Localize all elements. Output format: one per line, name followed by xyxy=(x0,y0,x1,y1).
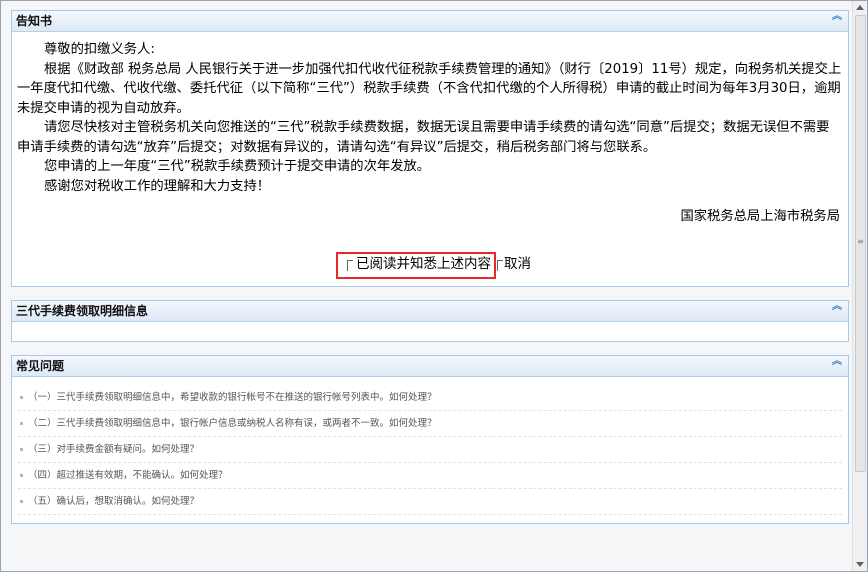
faq-panel: 常见问题 ︽ （一）三代手续费领取明细信息中，希望收款的银行帐号不在推送的银行帐… xyxy=(11,355,849,524)
chevron-double-up-icon[interactable]: ︽ xyxy=(832,302,842,316)
notice-paragraph: 请您尽快核对主管税务机关向您推送的“三代”税款手续费数据，数据无误且需要申请手续… xyxy=(17,120,830,155)
page-frame: 告知书 ︽ 尊敬的扣缴义务人: 根据《财政部 税务总局 人民银行关于进一步加强代… xyxy=(0,0,868,572)
fee-details-title: 三代手续费领取明细信息 xyxy=(16,304,149,318)
bullet-icon xyxy=(20,448,23,451)
notice-paragraph: 根据《财政部 税务总局 人民银行关于进一步加强代扣代收代征税款手续费管理的通知》… xyxy=(17,61,842,116)
faq-item-label[interactable]: （三）对手续费金额有疑问。如何处理？ xyxy=(28,444,199,455)
faq-item[interactable]: （一）三代手续费领取明细信息中，希望收款的银行帐号不在推送的银行帐号列表中。如何… xyxy=(18,385,842,411)
bullet-icon xyxy=(20,500,23,503)
faq-item[interactable]: （二）三代手续费领取明细信息中，银行帐户信息或纳税人名称有误，或两者不一致。如何… xyxy=(18,411,842,437)
notice-text: 尊敬的扣缴义务人: 根据《财政部 税务总局 人民银行关于进一步加强代扣代收代征税… xyxy=(17,40,842,196)
fee-details-panel-header[interactable]: 三代手续费领取明细信息 ︽ xyxy=(12,301,848,322)
notice-greeting: 尊敬的扣缴义务人: xyxy=(44,42,155,57)
scroll-up-icon[interactable] xyxy=(856,5,864,10)
faq-item[interactable]: （五）确认后，想取消确认。如何处理？ xyxy=(18,489,842,515)
faq-item[interactable]: （三）对手续费金额有疑问。如何处理？ xyxy=(18,437,842,463)
notice-paragraph: 您申请的上一年度“三代”税款手续费预计于提交申请的次年发放。 xyxy=(44,159,431,174)
grip-icon: ≡ xyxy=(857,237,864,246)
faq-list: （一）三代手续费领取明细信息中，希望收款的银行帐号不在推送的银行帐号列表中。如何… xyxy=(12,377,848,515)
fee-details-panel: 三代手续费领取明细信息 ︽ xyxy=(11,300,849,342)
chevron-double-up-icon[interactable]: ︽ xyxy=(832,12,842,26)
faq-item-label[interactable]: （五）确认后，想取消确认。如何处理？ xyxy=(28,496,199,507)
notice-panel: 告知书 ︽ 尊敬的扣缴义务人: 根据《财政部 税务总局 人民银行关于进一步加强代… xyxy=(11,10,849,287)
notice-title: 告知书 xyxy=(16,14,53,28)
scroll-down-icon[interactable] xyxy=(856,562,864,567)
notice-panel-header[interactable]: 告知书 ︽ xyxy=(12,11,848,32)
cancel-label[interactable]: 取消 xyxy=(504,255,531,275)
vertical-scrollbar[interactable]: ≡ xyxy=(852,1,867,571)
bullet-icon xyxy=(20,474,23,477)
confirm-checkbox[interactable] xyxy=(347,260,353,271)
bullet-icon xyxy=(20,422,23,425)
scroll-thumb[interactable]: ≡ xyxy=(855,15,866,472)
faq-item[interactable]: （四）超过推送有效期，不能确认。如何处理？ xyxy=(18,463,842,489)
faq-title: 常见问题 xyxy=(16,359,65,373)
faq-panel-header[interactable]: 常见问题 ︽ xyxy=(12,356,848,377)
notice-body: 尊敬的扣缴义务人: 根据《财政部 税务总局 人民银行关于进一步加强代扣代收代征税… xyxy=(12,32,848,284)
notice-signature: 国家税务总局上海市税务局 xyxy=(680,209,840,224)
notice-paragraph: 感谢您对税收工作的理解和大力支持！ xyxy=(44,178,271,194)
faq-item-label[interactable]: （四）超过推送有效期，不能确认。如何处理？ xyxy=(28,470,228,481)
cancel-checkbox[interactable] xyxy=(497,260,503,271)
faq-item-label[interactable]: （一）三代手续费领取明细信息中，希望收款的银行帐号不在推送的银行帐号列表中。如何… xyxy=(28,392,437,403)
chevron-double-up-icon[interactable]: ︽ xyxy=(832,357,842,371)
confirm-label[interactable]: 已阅读并知悉上述内容 xyxy=(356,255,491,275)
bullet-icon xyxy=(20,396,23,399)
faq-item-label[interactable]: （二）三代手续费领取明细信息中，银行帐户信息或纳税人名称有误，或两者不一致。如何… xyxy=(28,418,437,429)
